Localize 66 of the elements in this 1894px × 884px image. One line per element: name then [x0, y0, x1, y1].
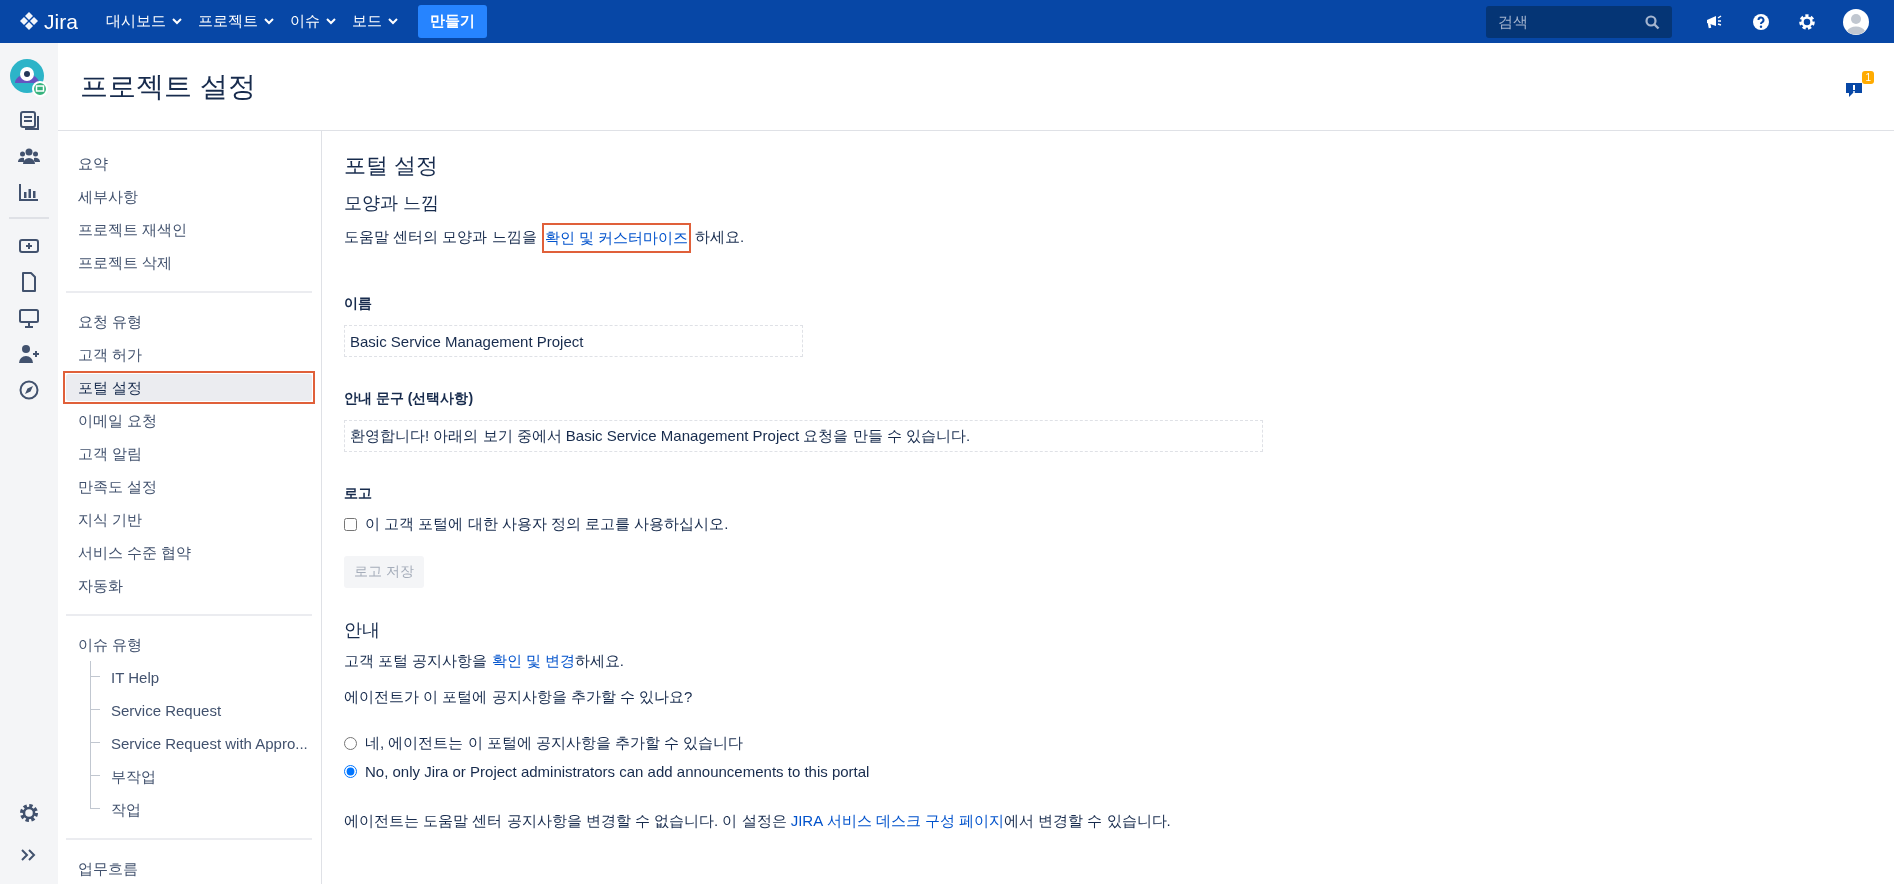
caret-icon — [171, 18, 182, 25]
section-heading: 모양과 느낌 — [344, 192, 440, 215]
settings-note: 에이전트는 도움말 센터 공지사항을 변경할 수 없습니다. 이 설정은 JIRA 서비스 데스크 구성 페이지에서 변경할 수 있습니다. — [344, 810, 1172, 831]
look-and-feel-description: 도움말 센터의 모양과 느낌을 확인 및 커스터마이즈 하세요. — [344, 223, 1872, 253]
search-field[interactable]: 검색 — [1486, 5, 1672, 38]
sidebar-item[interactable]: 요청 유형 — [66, 308, 312, 335]
checkbox[interactable] — [344, 518, 357, 531]
nav-menu-button[interactable]: 대시보드 — [97, 6, 190, 37]
nav-menu-button[interactable]: 프로젝트 — [189, 6, 282, 37]
section-heading: 안내 — [344, 619, 381, 642]
sidebar-item[interactable]: 자동화 — [66, 572, 312, 599]
jira-logo-text[interactable]: Jira — [44, 9, 78, 34]
monitor-icon[interactable] — [18, 307, 40, 329]
caret-icon — [263, 18, 274, 25]
add-person-icon[interactable] — [18, 343, 40, 365]
jira-logo-icon[interactable] — [18, 10, 40, 33]
project-avatar-icon[interactable] — [10, 59, 48, 97]
text-link[interactable]: 확인 및 커스터마이즈 — [544, 229, 688, 246]
sidebar-subitem[interactable]: IT Help — [111, 661, 160, 694]
sidebar-subitem[interactable]: Service Request with Appro... — [111, 727, 308, 760]
sidebar-item[interactable]: 포털 설정 — [66, 374, 312, 401]
announcement-description: 고객 포털 공지사항을 확인 및 변경하세요. — [344, 651, 626, 671]
compass-icon[interactable] — [18, 379, 40, 401]
create-button[interactable]: 만들기 — [417, 5, 487, 38]
document-stack-icon[interactable] — [18, 109, 40, 131]
radio-label: No, only Jira or Project administrators can add announcements to this portal — [365, 762, 870, 780]
nav-menu-button[interactable]: 이슈 — [281, 6, 344, 37]
settings-icon[interactable] — [18, 802, 40, 824]
sidebar-subitem[interactable]: 부작업 — [111, 760, 156, 793]
sidebar-subitem[interactable]: 작업 — [111, 793, 141, 826]
checkbox-label: 이 고객 포털에 대한 사용자 정의 로고를 사용하십시오. — [365, 515, 729, 534]
page-title: 프로젝트 설정 — [80, 69, 256, 104]
question-text: 에이전트가 이 포털에 공지사항을 추가할 수 있나요? — [344, 686, 694, 707]
sidebar-item[interactable]: 만족도 설정 — [66, 473, 312, 500]
sidebar-item[interactable]: 고객 알림 — [66, 440, 312, 467]
nav-menu-button[interactable]: 보드 — [343, 6, 406, 37]
field-label: 이름 — [344, 295, 373, 313]
field-label: 로고 — [344, 485, 373, 503]
radio-button[interactable] — [344, 736, 357, 750]
sidebar-item[interactable]: 프로젝트 삭제 — [66, 249, 312, 276]
notification-badge: 1 — [1862, 70, 1874, 84]
sidebar-item[interactable]: 서비스 수준 협약 — [66, 539, 312, 566]
sidebar-item[interactable]: 고객 허가 — [66, 341, 312, 368]
help-icon[interactable] — [1751, 11, 1771, 32]
text-link[interactable]: 확인 및 변경 — [491, 652, 575, 669]
sidebar-item[interactable]: 이슈 유형 — [66, 631, 312, 658]
field-label: 안내 문구 (선택사항) — [344, 390, 475, 408]
sidebar-item[interactable]: 이메일 요청 — [66, 407, 312, 434]
sidebar-item[interactable]: 지식 기반 — [66, 506, 312, 533]
sidebar-item[interactable]: 세부사항 — [66, 183, 312, 210]
sidebar-subitem[interactable]: Service Request — [111, 694, 222, 727]
bar-chart-icon[interactable] — [18, 181, 40, 203]
avatar-icon[interactable] — [1843, 8, 1869, 35]
section-title: 포털 설정 — [344, 152, 440, 180]
caret-icon — [387, 18, 398, 25]
text-link[interactable]: JIRA 서비스 데스크 구성 페이지 — [790, 811, 1005, 829]
search-icon — [1645, 14, 1660, 30]
intro-text-field[interactable]: 환영합니다! 아래의 보기 중에서 Basic Service Management Project 요청을 만들 수 있습니다. — [344, 420, 1263, 452]
sidebar-item[interactable]: 프로젝트 재색인 — [66, 216, 312, 243]
radio-button[interactable] — [344, 764, 357, 778]
name-input-field[interactable]: Basic Service Management Project — [344, 325, 803, 357]
settings-icon[interactable] — [1797, 11, 1817, 32]
sidebar-item[interactable]: 요약 — [66, 150, 312, 177]
radio-label: 네, 에이전트는 이 포털에 공지사항을 추가할 수 있습니다 — [365, 733, 744, 753]
caret-icon — [325, 18, 336, 25]
sidebar-item[interactable]: 업무흐름 — [66, 855, 312, 882]
